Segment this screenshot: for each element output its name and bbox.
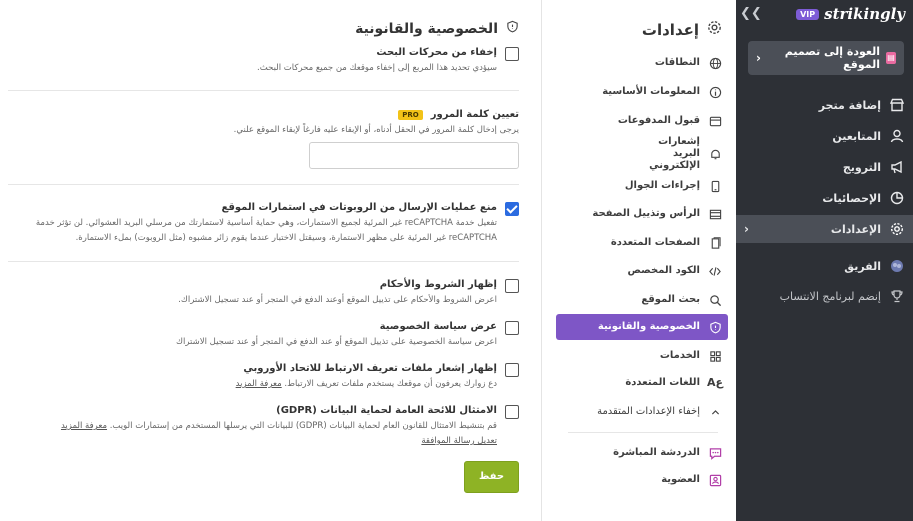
sidebar-item-affiliate[interactable]: إنضم لبرنامج الانتساب xyxy=(736,282,913,310)
nav-item-email-notifications[interactable]: إشعارات البريد الإلكتروني xyxy=(556,136,728,171)
code-icon xyxy=(708,264,722,278)
strikingly-logo: strikingly xyxy=(824,5,905,23)
shield-icon xyxy=(506,20,519,37)
gear-icon xyxy=(889,221,905,237)
people-icon xyxy=(889,128,905,144)
globe-icon xyxy=(708,56,722,70)
gdpr-checkbox[interactable] xyxy=(505,405,519,419)
brand: VIP strikingly xyxy=(796,4,905,24)
card-icon xyxy=(708,114,722,128)
divider xyxy=(8,90,519,91)
password-heading: تعيين كلمة المرور PRO xyxy=(398,109,519,120)
chevron-left-icon: ‹ xyxy=(744,222,749,236)
nav-item-multiple-pages[interactable]: الصفحات المتعددة xyxy=(556,235,728,251)
hide-search-checkbox[interactable] xyxy=(505,47,519,61)
nav-item-domains[interactable]: النطاقات xyxy=(556,55,728,71)
pie-chart-icon xyxy=(889,190,905,206)
recaptcha-checkbox[interactable] xyxy=(505,202,519,216)
nav-item-membership[interactable]: العضوية xyxy=(556,472,728,488)
gdpr-learn-more-link[interactable]: معرفة المزيد xyxy=(61,421,107,431)
divider xyxy=(8,184,519,185)
info-icon xyxy=(708,85,722,99)
sidebar-item-team[interactable]: الفريق xyxy=(736,252,913,280)
nav-item-site-search[interactable]: بحث الموقع xyxy=(556,292,728,308)
chevron-up-icon xyxy=(708,405,722,419)
pro-badge: PRO xyxy=(398,109,423,120)
shield-icon xyxy=(708,320,722,334)
chevron-left-icon: ‹ xyxy=(756,51,761,65)
password-desc: يرجى إدخال كلمة المرور في الحقل أدناه، أ… xyxy=(233,125,519,135)
vip-badge: VIP xyxy=(796,8,820,20)
nav-item-header-footer[interactable]: الرأس وتذييل الصفحة xyxy=(556,206,728,222)
nav-item-hide-advanced[interactable]: إخفاء الإعدادات المتقدمة xyxy=(556,404,728,420)
trophy-icon xyxy=(889,288,905,304)
settings-nav-title: إعدادات xyxy=(642,20,722,39)
member-icon xyxy=(708,473,722,487)
nav-divider xyxy=(568,432,718,433)
bell-icon xyxy=(708,147,722,161)
search-icon xyxy=(708,293,722,307)
translate-icon: Aع xyxy=(706,376,724,389)
grid-icon xyxy=(708,349,722,363)
team-avatar-icon xyxy=(889,258,905,274)
app-sidebar: ❮❮ VIP strikingly ▤ العودة إلى تصميم الم… xyxy=(736,0,913,521)
editor-icon: ▤ xyxy=(886,52,896,64)
collapse-sidebar-icon[interactable]: ❮❮ xyxy=(740,6,762,22)
nav-item-payments[interactable]: قبول المدفوعات xyxy=(556,113,728,129)
sidebar-item-followers[interactable]: المتابعين xyxy=(736,122,913,150)
pages-icon xyxy=(708,236,722,250)
sidebar-item-add-store[interactable]: إضافة متجر xyxy=(736,91,913,119)
sidebar-item-promotion[interactable]: الترويج xyxy=(736,153,913,181)
nav-item-custom-code[interactable]: الكود المخصص xyxy=(556,263,728,279)
phone-icon xyxy=(708,179,722,193)
settings-nav: إعدادات النطاقات المعلومات الأساسية قبول… xyxy=(541,0,736,521)
back-to-editor-button[interactable]: ▤ العودة إلى تصميم الموقع ‹ xyxy=(748,41,904,75)
sidebar-item-analytics[interactable]: الإحصائيات xyxy=(736,184,913,212)
gear-icon xyxy=(707,20,722,39)
terms-checkbox[interactable] xyxy=(505,279,519,293)
nav-item-basic-info[interactable]: المعلومات الأساسية xyxy=(556,84,728,100)
cookie-learn-more-link[interactable]: معرفة المزيد xyxy=(236,379,282,389)
edit-consent-message-link[interactable]: تعديل رسالة الموافقة xyxy=(421,436,497,446)
nav-item-privacy-legal[interactable]: الخصوصية والقانونية xyxy=(556,314,728,340)
nav-item-mobile-actions[interactable]: إجراءات الجوال xyxy=(556,178,728,194)
megaphone-icon xyxy=(889,159,905,175)
nav-item-live-chat[interactable]: الدردشة المباشرة xyxy=(556,445,728,461)
chat-icon xyxy=(708,446,722,460)
store-icon xyxy=(889,97,905,113)
password-input[interactable] xyxy=(309,142,519,169)
privacy-policy-checkbox[interactable] xyxy=(505,321,519,335)
page-title: الخصوصية والقانونية xyxy=(355,20,519,37)
layout-icon xyxy=(708,207,722,221)
cookie-notice-checkbox[interactable] xyxy=(505,363,519,377)
nav-item-languages[interactable]: Aع اللغات المتعددة xyxy=(556,375,728,391)
divider xyxy=(8,261,519,262)
nav-item-services[interactable]: الخدمات xyxy=(556,348,728,364)
save-button[interactable]: حفظ xyxy=(464,461,519,493)
sidebar-item-settings[interactable]: الإعدادات ‹ xyxy=(736,215,913,243)
privacy-panel: الخصوصية والقانونية إخفاء من محركات البح… xyxy=(0,0,541,521)
